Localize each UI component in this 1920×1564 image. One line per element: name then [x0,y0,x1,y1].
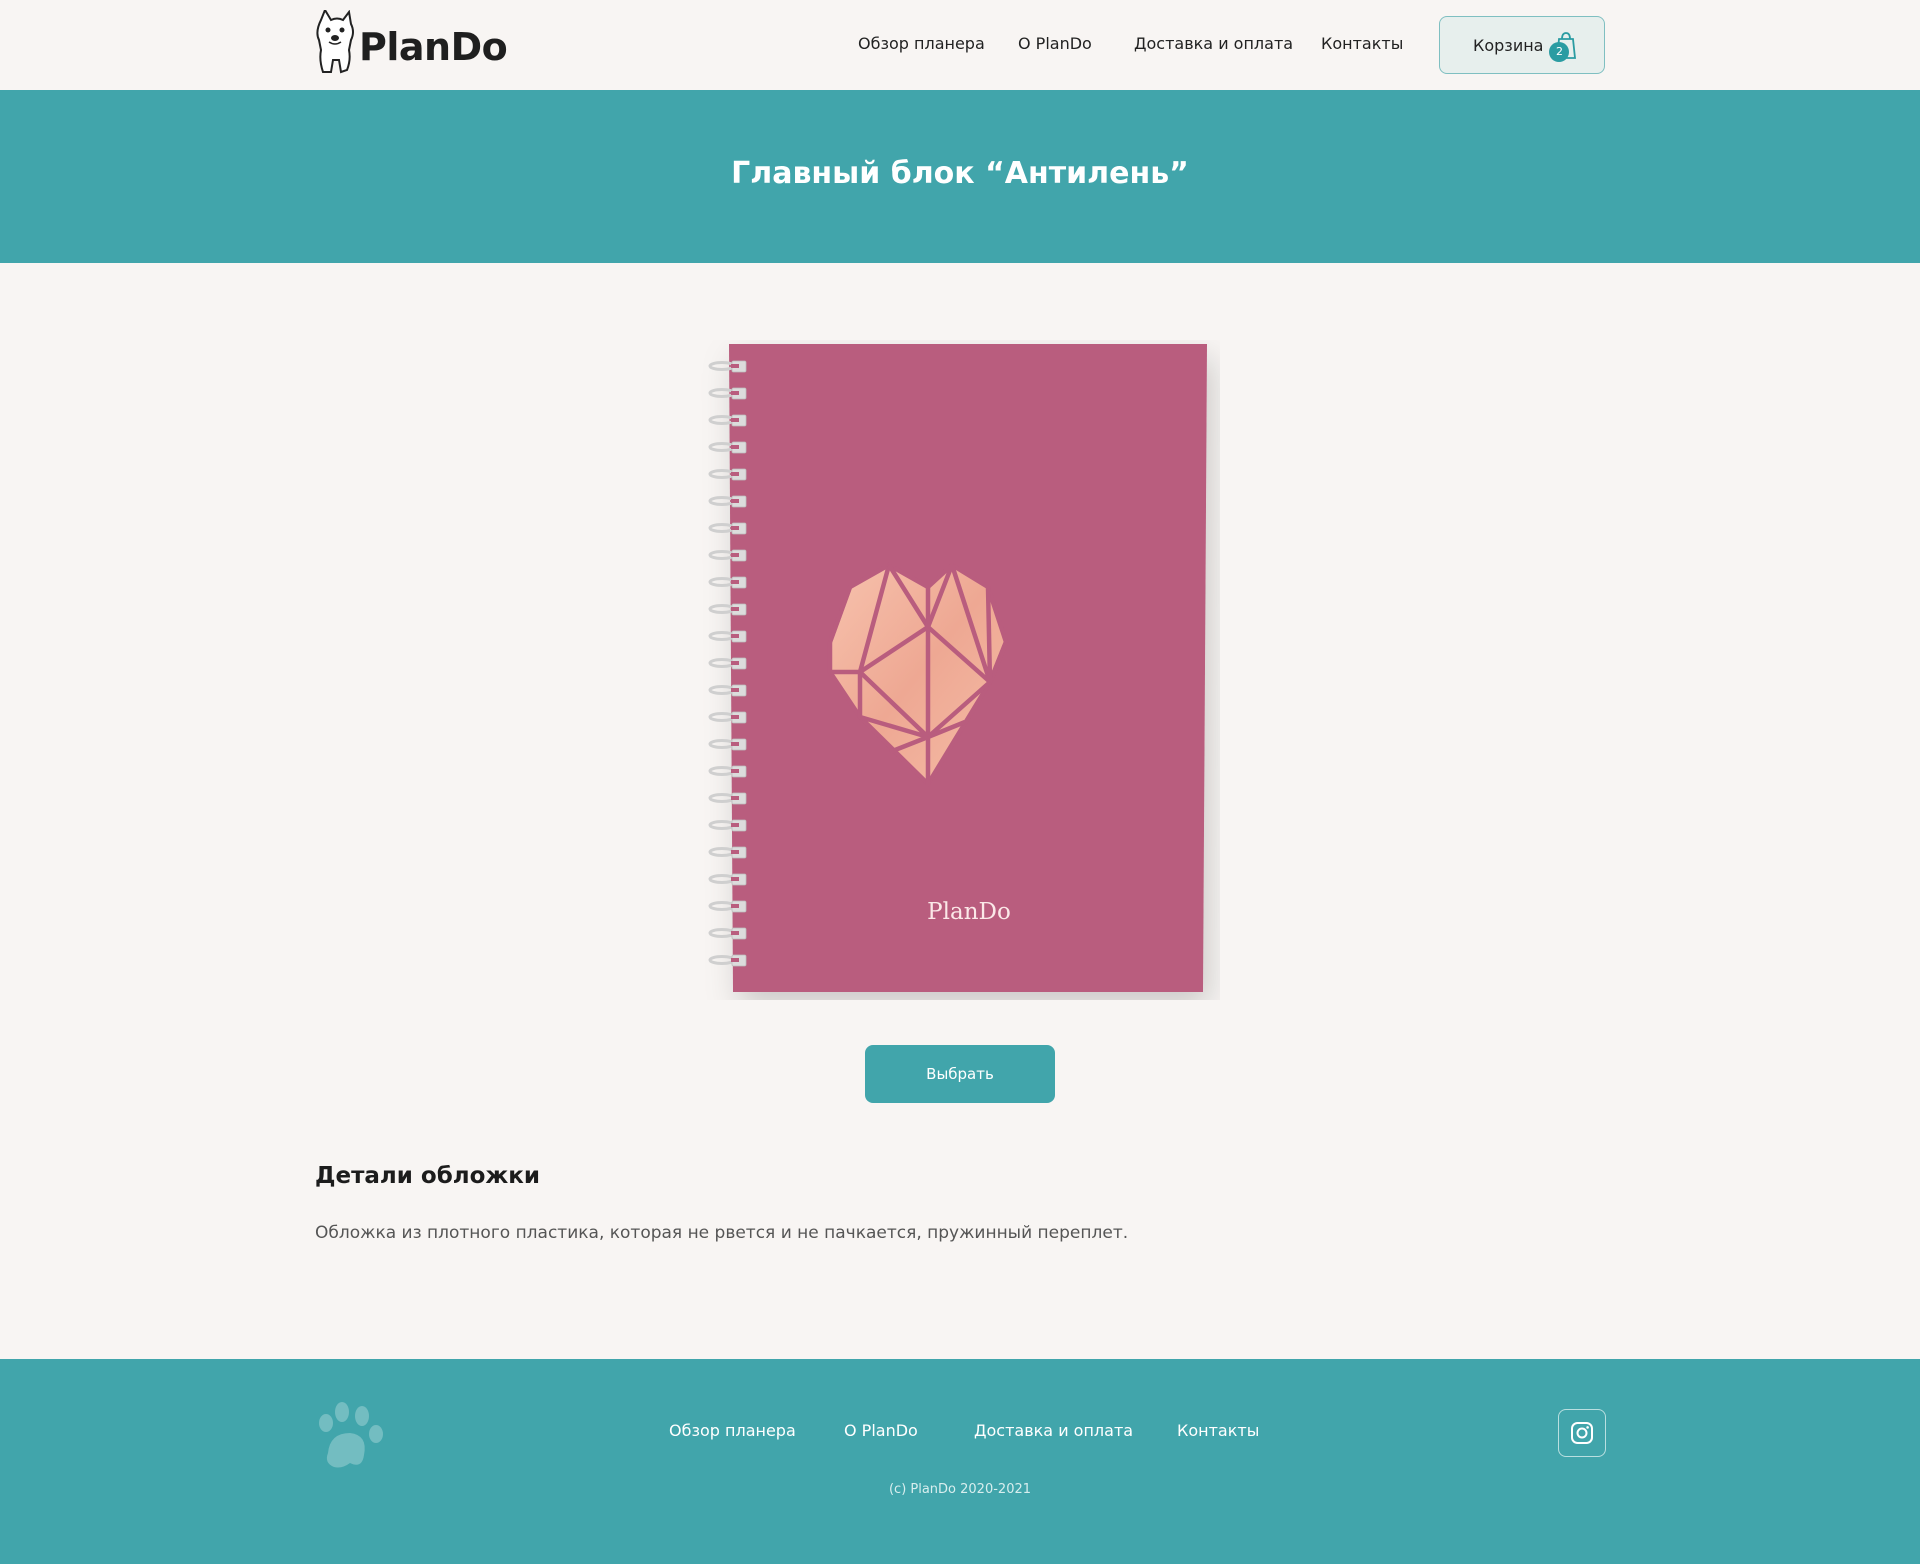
hero-banner: Главный блок “Антилень” [0,90,1920,263]
bag-icon: 2 [1549,30,1579,62]
nav-item-contacts[interactable]: Контакты [1321,34,1403,53]
footer-nav-item-contacts[interactable]: Контакты [1177,1421,1259,1440]
site-header: PlanDo Обзор планера О PlanDo Доставка и… [0,0,1920,90]
details-text: Обложка из плотного пластика, которая не… [315,1223,1129,1243]
details-title: Детали обложки [315,1163,541,1189]
paw-icon [319,1402,383,1468]
spiral-binding-icon [708,360,748,968]
choose-button[interactable]: Выбрать [865,1045,1055,1103]
cart-label: Корзина [1473,35,1544,55]
cart-button[interactable]: Корзина 2 [1439,16,1605,74]
instagram-button[interactable] [1558,1409,1606,1457]
footer-nav-item-about[interactable]: О PlanDo [844,1421,918,1440]
nav-item-delivery[interactable]: Доставка и оплата [1134,34,1293,53]
dog-logo-icon [316,10,354,74]
site-footer: Обзор планера О PlanDo Доставка и оплата… [0,1359,1920,1564]
footer-nav-item-overview[interactable]: Обзор планера [669,1421,796,1440]
logo-text: PlanDo [359,25,508,69]
nav-item-about[interactable]: О PlanDo [1018,34,1092,53]
page-title: Главный блок “Антилень” [731,156,1189,191]
instagram-icon [1571,1422,1593,1444]
planner-cover-image: PlanDo [708,344,1207,992]
footer-nav-item-delivery[interactable]: Доставка и оплата [974,1421,1133,1440]
cover-brand: PlanDo [927,899,1011,925]
nav-item-overview[interactable]: Обзор планера [858,34,985,53]
copyright: (c) PlanDo 2020-2021 [888,1482,1032,1497]
logo[interactable]: PlanDo [313,10,508,74]
